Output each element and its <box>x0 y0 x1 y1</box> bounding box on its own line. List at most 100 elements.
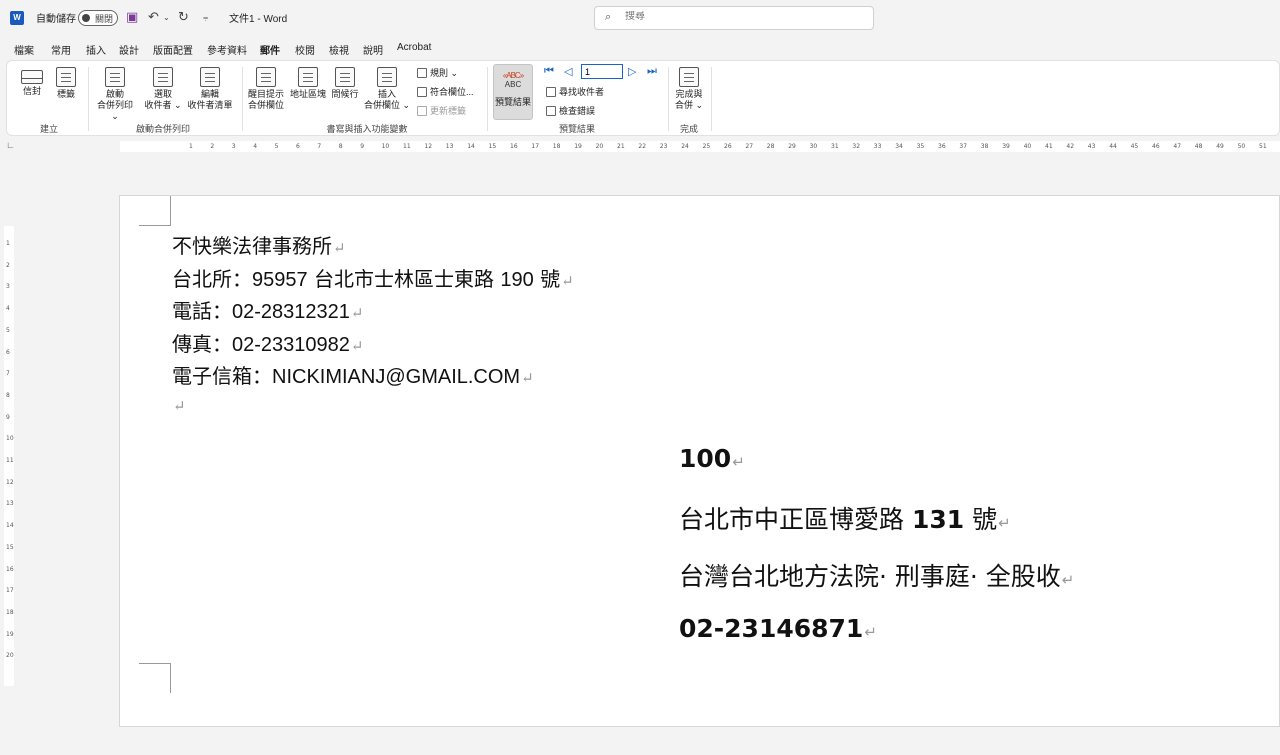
update-labels-button[interactable]: 更新標籤 <box>417 104 466 117</box>
ribbon: 信封 標籤 建立 啟動 合併列印 ⌄ 選取 收件者 ⌄ 編輯 收件者清單 啟動合… <box>6 60 1280 136</box>
recipient-address-line[interactable]: 台北市中正區博愛路 131 號↵ <box>679 500 1011 536</box>
vertical-ruler-tick-label: 18 <box>6 608 14 616</box>
ruler-tick-label: 37 <box>959 143 968 150</box>
undo-dropdown-icon[interactable]: ⌄ <box>163 13 170 22</box>
start-merge-label-2: 合併列印 ⌄ <box>96 100 133 121</box>
ruler-tick-label: 6 <box>296 143 300 150</box>
vertical-ruler-tick-label: 1 <box>6 240 10 247</box>
highlight-merge-fields-button[interactable]: 醒目提示 合併欄位 <box>245 67 287 111</box>
find-recipient-button[interactable]: 尋找收件者 <box>546 85 604 98</box>
sender-line-fax[interactable]: 傳真：02-23310982↵ <box>172 328 363 357</box>
vertical-ruler-tick-label: 9 <box>6 413 10 421</box>
ruler-tick-label: 20 <box>595 143 604 150</box>
start-mail-merge-button[interactable]: 啟動 合併列印 ⌄ <box>93 67 137 122</box>
ruler-strip <box>120 141 1280 152</box>
tab-insert[interactable]: 插入 <box>86 42 106 57</box>
tab-mailings[interactable]: 郵件 <box>260 42 280 62</box>
select-recipients-button[interactable]: 選取 收件者 ⌄ <box>141 67 185 111</box>
previous-record-icon[interactable]: ◁ <box>564 65 572 78</box>
autosave-toggle[interactable]: 關閉 <box>78 10 118 26</box>
insert-merge-field-button[interactable]: 插入 合併欄位 ⌄ <box>363 67 411 111</box>
group-label-finish: 完成 <box>679 124 698 134</box>
vertical-ruler-tick-label: 7 <box>6 370 10 378</box>
vertical-ruler[interactable]: 1 2 3 4 5 6 7 8 9 10 11 12 13 14 15 16 17 18 19 20 <box>2 196 16 726</box>
labels-label: 標籤 <box>56 89 75 99</box>
tab-review[interactable]: 校閱 <box>295 42 315 57</box>
ruler-tick-label: 22 <box>638 143 647 150</box>
ruler-tick-label: 25 <box>702 143 711 150</box>
group-divider <box>242 67 243 131</box>
match-fields-button[interactable]: 符合欄位... <box>417 85 474 98</box>
sender-line-name[interactable]: 不快樂法律事務所↵ <box>172 230 346 259</box>
paragraph-mark: ↵ <box>732 453 745 471</box>
search-box[interactable]: ⌕ <box>594 6 874 30</box>
ruler-tick-label: 10 <box>381 143 390 150</box>
greeting-line-button[interactable]: 問候行 <box>327 67 363 100</box>
sender-line-email[interactable]: 電子信箱：NICKIMIANJ@GMAIL.COM↵ <box>172 360 534 389</box>
ruler-tick-label: 5 <box>274 143 279 150</box>
customize-toolbar-icon[interactable]: ⩦ <box>203 12 208 23</box>
group-divider <box>88 67 89 131</box>
autosave-state: 關閉 <box>95 14 114 24</box>
finish-merge-label-2: 合併 ⌄ <box>674 100 704 110</box>
recipient-zip-line[interactable]: 100↵ <box>679 444 745 473</box>
insert-field-label-2: 合併欄位 ⌄ <box>363 100 411 110</box>
edit-recipient-list-button[interactable]: 編輯 收件者清單 <box>185 67 235 111</box>
ruler-tick-label: 34 <box>895 143 903 150</box>
tab-file[interactable]: 檔案 <box>14 42 34 57</box>
sender-email-label: 電子信箱： <box>172 364 272 388</box>
envelope-icon <box>21 70 43 84</box>
highlight-label-1: 醒目提示 <box>247 89 284 99</box>
save-icon[interactable]: ▣ <box>126 9 138 25</box>
preview-arrows-icon: «ABC» <box>502 71 524 80</box>
edit-list-icon <box>200 67 220 87</box>
vertical-ruler-tick-label: 17 <box>6 587 14 595</box>
redo-icon[interactable]: ↻ <box>178 9 189 25</box>
group-divider <box>487 67 488 131</box>
crop-mark-top-left <box>139 196 171 226</box>
check-errors-button[interactable]: 檢查錯誤 <box>546 104 595 117</box>
ruler-tick-label: 41 <box>1045 143 1053 150</box>
tab-layout[interactable]: 版面配置 <box>153 42 193 57</box>
address-block-button[interactable]: 地址區塊 <box>288 67 328 100</box>
record-number-input[interactable] <box>581 64 623 79</box>
recipient-street-number: 131 <box>911 505 965 534</box>
ruler-tick-label: 49 <box>1216 143 1224 150</box>
preview-results-button[interactable]: «ABC» ABC 預覽結果 <box>493 64 533 120</box>
next-record-icon[interactable]: ▷ <box>628 65 636 78</box>
group-label-preview: 預覽結果 <box>558 124 595 134</box>
select-recipients-label-2: 收件者 ⌄ <box>144 100 182 110</box>
vertical-ruler-tick-label: 14 <box>6 522 14 530</box>
ruler-tick-label: 35 <box>916 143 925 150</box>
envelopes-button[interactable]: 信封 <box>17 67 47 97</box>
finish-merge-button[interactable]: 完成與 合併 ⌄ <box>671 67 707 111</box>
empty-paragraph[interactable]: ↵ <box>172 392 186 416</box>
recipient-name-line[interactable]: 台灣台北地方法院· 刑事庭· 全股收↵ <box>679 557 1074 593</box>
sender-firm-name: 不快樂法律事務所 <box>172 234 332 258</box>
tab-home[interactable]: 常用 <box>51 42 71 57</box>
tab-design[interactable]: 設計 <box>119 42 139 57</box>
tab-acrobat[interactable]: Acrobat <box>397 42 431 53</box>
undo-icon[interactable]: ↶ <box>148 9 159 25</box>
word-logo-icon: W <box>10 11 24 25</box>
ruler-tick-label: 14 <box>467 143 475 150</box>
search-input[interactable] <box>625 11 855 22</box>
document-title: 文件1 - Word <box>229 14 288 25</box>
greeting-line-icon <box>335 67 355 87</box>
rules-button[interactable]: 規則 ⌄ <box>417 66 458 79</box>
last-record-icon[interactable]: ⏭ <box>647 65 657 78</box>
first-record-icon[interactable]: ⏮ <box>544 65 554 78</box>
recipient-phone-line[interactable]: 02-23146871↵ <box>679 614 877 643</box>
horizontal-ruler[interactable]: ∟ 1 2 3 4 5 6 7 8 9 10 11 12 13 14 15 16 17 18 19 20 21 22 23 2… <box>0 138 1280 154</box>
ruler-tick-label: 11 <box>403 143 411 150</box>
tab-selector-icon[interactable]: ∟ <box>6 140 15 150</box>
tab-view[interactable]: 檢視 <box>329 42 349 57</box>
title-bar: W 自動儲存 關閉 ▣ ↶ ⌄ ↻ ⩦ 文件1 - Word ⌕ <box>0 0 1280 36</box>
sender-line-address[interactable]: 台北所：95957 台北市士林區士東路 190 號↵ <box>172 263 574 292</box>
tab-help[interactable]: 說明 <box>363 42 383 57</box>
ruler-tick-label: 39 <box>1002 143 1010 150</box>
sender-line-phone[interactable]: 電話：02-28312321↵ <box>172 295 363 324</box>
tab-references[interactable]: 參考資料 <box>207 42 247 57</box>
labels-button[interactable]: 標籤 <box>51 67 81 100</box>
ruler-tick-label: 51 <box>1259 143 1267 150</box>
